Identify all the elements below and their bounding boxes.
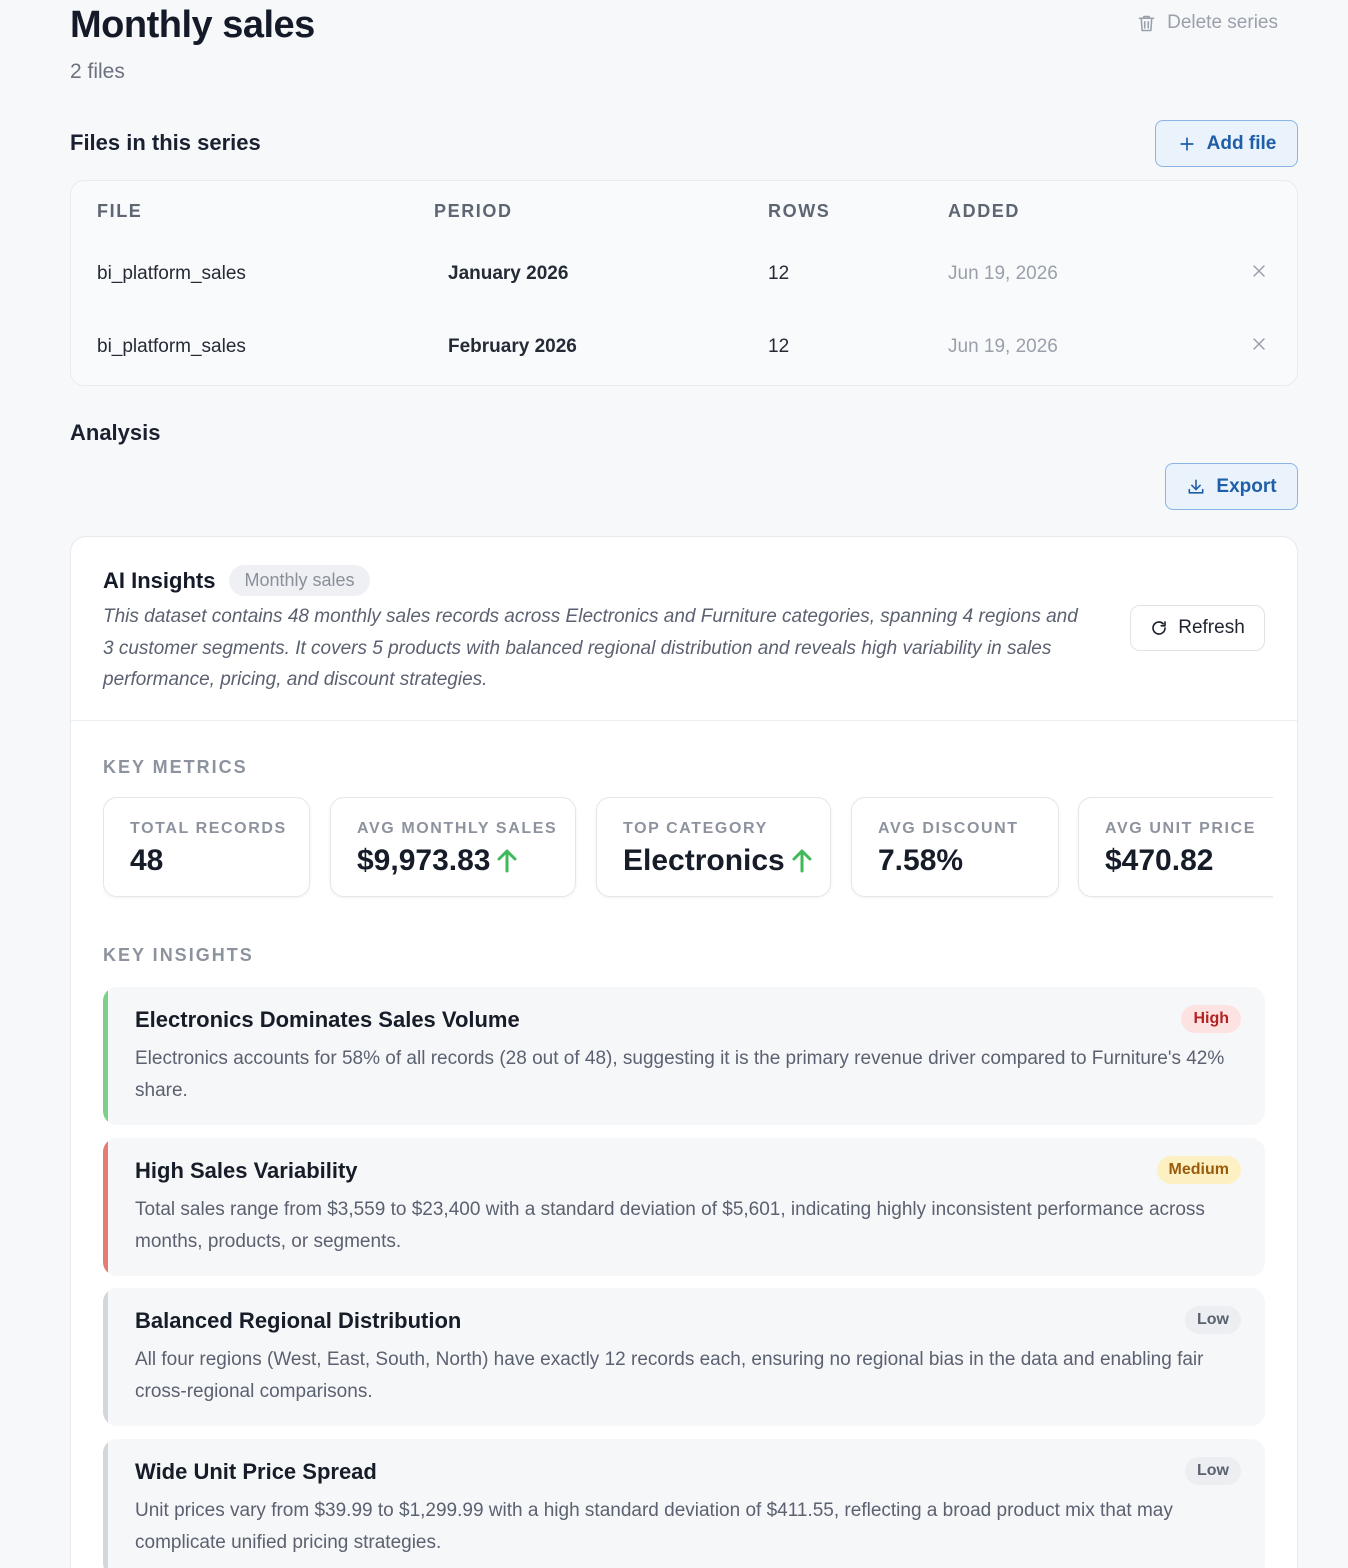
file-count: 2 files <box>70 60 125 83</box>
refresh-label: Refresh <box>1178 617 1245 638</box>
download-icon <box>1188 479 1204 494</box>
trend-up-icon <box>792 849 812 873</box>
insight-body: Total sales range from $3,559 to $23,400… <box>135 1199 1205 1252</box>
file-added: Jun 19, 2026 <box>948 263 1058 284</box>
files-table: FILE PERIOD ROWS ADDED bi_platform_sales… <box>70 180 1298 386</box>
remove-file-icon[interactable] <box>1249 334 1269 354</box>
key-metrics-label: KEY METRICS <box>103 757 248 777</box>
metric-value: 7.58% <box>878 844 964 877</box>
add-file-label: Add file <box>1206 132 1277 154</box>
metric-card-top-category: TOP CATEGORY Electronics <box>596 797 831 897</box>
column-header-added: ADDED <box>948 201 1021 221</box>
metric-label: AVG MONTHLY SALES <box>357 820 558 837</box>
ai-insights-header: AI Insights Monthly sales <box>103 565 370 596</box>
table-row: bi_platform_sales February 2026 12 Jun 1… <box>71 318 1297 378</box>
analysis-section-title: Analysis <box>70 420 161 445</box>
remove-file-icon[interactable] <box>1249 261 1269 281</box>
insight-body: Unit prices vary from $39.99 to $1,299.9… <box>135 1500 1173 1553</box>
insight-title: High Sales Variability <box>135 1158 358 1183</box>
insight-title: Balanced Regional Distribution <box>135 1308 462 1333</box>
severity-badge: Low <box>1185 1457 1241 1485</box>
insight-title: Wide Unit Price Spread <box>135 1459 377 1484</box>
file-rows: 12 <box>768 336 790 357</box>
delete-series-button[interactable]: Delete series <box>1136 12 1278 34</box>
metric-value: $9,973.83 <box>357 844 518 878</box>
file-rows: 12 <box>768 263 790 284</box>
metric-card-avg-unit-price: AVG UNIT PRICE $470.82 <box>1078 797 1273 897</box>
metric-card-avg-monthly-sales: AVG MONTHLY SALES $9,973.83 <box>330 797 576 897</box>
severity-badge: High <box>1181 1005 1241 1033</box>
add-file-button[interactable]: Add file <box>1155 120 1298 167</box>
insight-card: High Sales Variability Medium Total sale… <box>103 1138 1265 1276</box>
column-header-period: PERIOD <box>434 201 513 221</box>
trash-icon <box>1138 15 1155 31</box>
export-button[interactable]: Export <box>1165 463 1298 510</box>
insight-body: All four regions (West, East, South, Nor… <box>135 1349 1204 1402</box>
delete-series-label: Delete series <box>1167 12 1278 33</box>
file-period: January 2026 <box>448 263 569 284</box>
ai-summary: This dataset contains 48 monthly sales r… <box>103 606 1078 690</box>
refresh-icon <box>1152 621 1167 635</box>
insight-accent-bar <box>103 1288 108 1426</box>
export-label: Export <box>1216 475 1277 497</box>
metric-value: Electronics <box>623 844 813 878</box>
plus-icon <box>1179 136 1194 151</box>
file-added: Jun 19, 2026 <box>948 336 1058 357</box>
insight-accent-bar <box>103 1439 108 1568</box>
insight-title: Electronics Dominates Sales Volume <box>135 1007 520 1032</box>
insight-card: Wide Unit Price Spread Low Unit prices v… <box>103 1439 1265 1568</box>
metric-label: TOP CATEGORY <box>623 820 768 837</box>
files-section-title: Files in this series <box>70 130 261 155</box>
column-header-file: FILE <box>97 201 143 221</box>
metric-value: $470.82 <box>1105 844 1214 877</box>
divider <box>71 720 1297 721</box>
severity-badge: Low <box>1185 1306 1241 1334</box>
severity-badge: Medium <box>1156 1156 1241 1184</box>
file-name: bi_platform_sales <box>97 336 246 357</box>
column-header-rows: ROWS <box>768 201 831 221</box>
insight-card: Electronics Dominates Sales Volume High … <box>103 987 1265 1125</box>
insight-accent-bar <box>103 987 108 1125</box>
metric-card-avg-discount: AVG DISCOUNT 7.58% <box>851 797 1059 897</box>
series-chip: Monthly sales <box>229 565 370 596</box>
table-row: bi_platform_sales January 2026 12 Jun 19… <box>71 245 1297 305</box>
ai-insights-title: AI Insights <box>103 567 216 593</box>
metric-label: AVG DISCOUNT <box>878 820 1019 837</box>
metric-label: TOTAL RECORDS <box>130 820 287 837</box>
metrics-strip[interactable]: TOTAL RECORDS 48 AVG MONTHLY SALES $9,97… <box>103 797 1273 899</box>
metric-card-total-records: TOTAL RECORDS 48 <box>103 797 310 897</box>
page-title: Monthly sales <box>70 4 315 46</box>
ai-insights-card: AI Insights Monthly sales This dataset c… <box>70 536 1298 1568</box>
trend-up-icon <box>497 849 517 873</box>
key-insights-label: KEY INSIGHTS <box>103 945 254 965</box>
insight-accent-bar <box>103 1138 108 1276</box>
metric-label: AVG UNIT PRICE <box>1105 820 1257 837</box>
insight-card: Balanced Regional Distribution Low All f… <box>103 1288 1265 1426</box>
metric-value: 48 <box>130 844 164 877</box>
insight-body: Electronics accounts for 58% of all reco… <box>135 1048 1225 1101</box>
file-name: bi_platform_sales <box>97 263 246 284</box>
file-period: February 2026 <box>448 336 577 357</box>
refresh-button[interactable]: Refresh <box>1130 605 1265 651</box>
